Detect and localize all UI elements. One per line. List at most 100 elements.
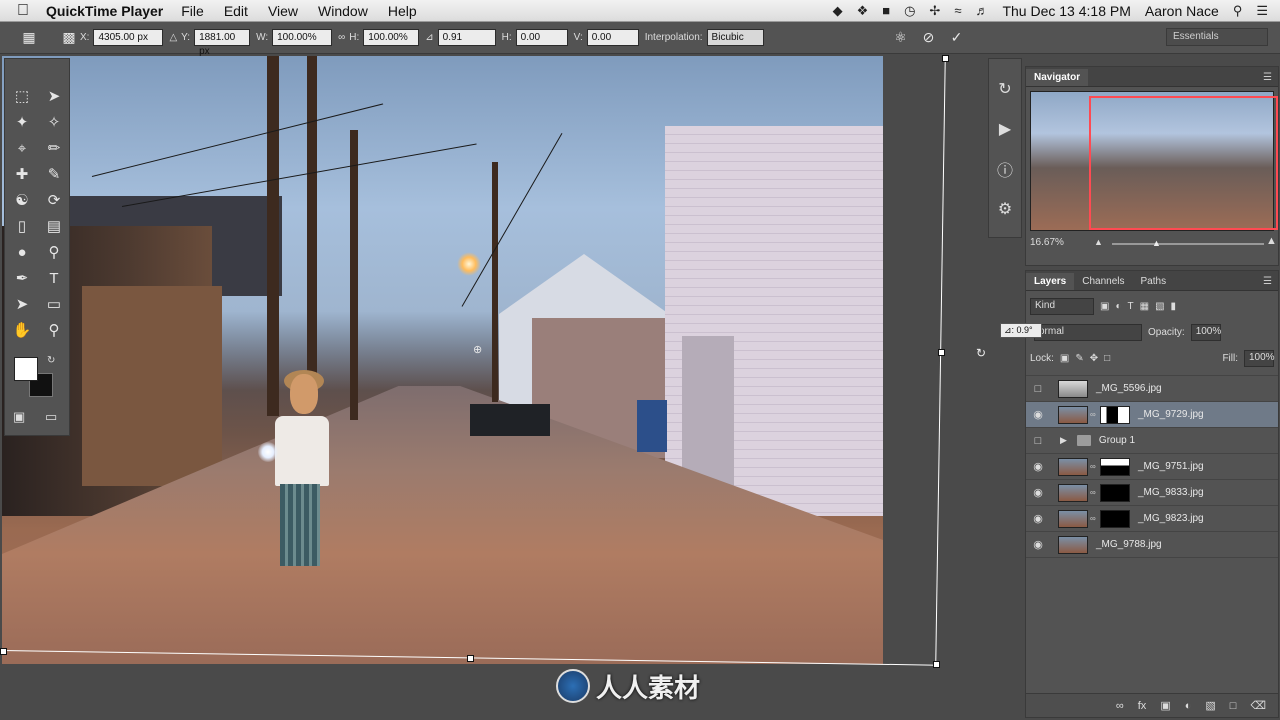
cancel-transform-icon[interactable]: ⊘ xyxy=(918,29,940,46)
zoom-in-icon[interactable]: ▲ xyxy=(1266,235,1277,247)
navigator-zoom-slider[interactable] xyxy=(1112,243,1264,245)
layer-mask-thumbnail[interactable] xyxy=(1100,509,1130,528)
lock-position-icon[interactable]: ✥ xyxy=(1090,353,1098,364)
add-mask-icon[interactable]: ▣ xyxy=(1160,699,1170,712)
transform-handle-top-right[interactable] xyxy=(942,55,949,62)
type-filter-icon[interactable]: T xyxy=(1128,301,1134,312)
layer-mask-thumbnail[interactable] xyxy=(1100,457,1130,476)
lock-all-icon[interactable]: □ xyxy=(1104,353,1110,364)
swap-colors-icon[interactable]: ↻ xyxy=(47,355,55,366)
hand-tool-icon[interactable]: ✋ xyxy=(6,317,38,343)
eye-icon[interactable]: ◉ xyxy=(1026,538,1050,551)
mask-link-icon[interactable]: ∞ xyxy=(1090,410,1098,419)
commit-transform-icon[interactable]: ✓ xyxy=(946,29,968,46)
navigator-view-box[interactable] xyxy=(1089,96,1278,230)
zoom-slider-knob[interactable]: ▲ xyxy=(1152,238,1161,248)
layer-row[interactable]: ◉ _MG_9788.jpg xyxy=(1026,532,1278,558)
filter-toggle-icon[interactable]: ▮ xyxy=(1171,301,1177,312)
clone-stamp-tool-icon[interactable]: ☯ xyxy=(6,187,38,213)
clock[interactable]: Thu Dec 13 4:18 PM xyxy=(1002,3,1130,19)
mask-link-icon[interactable]: ∞ xyxy=(1090,462,1098,471)
reference-point-icon[interactable]: ▩ xyxy=(58,29,80,46)
foreground-color-swatch[interactable] xyxy=(14,357,38,381)
screen-mode-icon[interactable]: ▭ xyxy=(45,409,57,425)
move-icon[interactable]: ✢ xyxy=(929,3,940,19)
layer-name[interactable]: _MG_9751.jpg xyxy=(1138,461,1204,472)
healing-brush-tool-icon[interactable]: ✚ xyxy=(6,161,38,187)
layer-mask-thumbnail[interactable] xyxy=(1100,405,1130,424)
rectangle-tool-icon[interactable]: ▭ xyxy=(38,291,70,317)
time-machine-icon[interactable]: ◷ xyxy=(904,3,915,19)
y-field[interactable]: 1881.00 px xyxy=(194,29,251,57)
move-tool-icon[interactable]: ➤ xyxy=(38,83,70,109)
visibility-off-icon[interactable]: □ xyxy=(1026,435,1050,447)
actions-panel-icon[interactable]: ▶ xyxy=(989,109,1021,149)
adjustment-filter-icon[interactable]: ◐ xyxy=(1115,301,1121,312)
new-group-icon[interactable]: ▧ xyxy=(1205,699,1215,712)
expand-arrow-icon[interactable]: ▶ xyxy=(1060,435,1067,446)
blur-tool-icon[interactable]: ● xyxy=(6,239,38,265)
eye-icon[interactable]: ◉ xyxy=(1026,408,1050,421)
new-layer-icon[interactable]: □ xyxy=(1230,700,1237,712)
eye-icon[interactable]: ◉ xyxy=(1026,486,1050,499)
visibility-off-icon[interactable]: □ xyxy=(1026,383,1050,395)
workspace-select[interactable]: Essentials xyxy=(1166,28,1268,46)
tab-navigator[interactable]: Navigator xyxy=(1026,69,1089,86)
history-brush-tool-icon[interactable]: ⟳ xyxy=(38,187,70,213)
notification-list-icon[interactable]: ☰ xyxy=(1256,3,1268,19)
eye-icon[interactable]: ◉ xyxy=(1026,512,1050,525)
lasso-tool-icon[interactable]: ✦ xyxy=(6,109,38,135)
layer-row[interactable]: ◉ ∞ _MG_9823.jpg xyxy=(1026,506,1278,532)
brush-tool-icon[interactable]: ✎ xyxy=(38,161,70,187)
menu-view[interactable]: View xyxy=(268,3,298,19)
menu-edit[interactable]: Edit xyxy=(224,3,248,19)
app-status-icon[interactable]: ❖ xyxy=(857,3,869,19)
apple-icon[interactable]:  xyxy=(0,2,46,20)
info-panel-icon[interactable]: ⓘ xyxy=(989,149,1021,189)
link-icon[interactable]: ∞ xyxy=(338,32,345,43)
tab-layers[interactable]: Layers xyxy=(1026,273,1075,290)
pen-tool-icon[interactable]: ✒ xyxy=(6,265,38,291)
crop-tool-icon[interactable]: ⌖ xyxy=(6,135,38,161)
transform-handle-right-middle[interactable] xyxy=(938,349,945,356)
menu-window[interactable]: Window xyxy=(318,3,368,19)
navigator-thumbnail[interactable] xyxy=(1030,91,1278,231)
square-status-icon[interactable]: ■ xyxy=(882,3,890,18)
eyedropper-tool-icon[interactable]: ✏ xyxy=(38,135,70,161)
layer-name[interactable]: _MG_5596.jpg xyxy=(1096,383,1162,394)
transform-tool-icon[interactable]: ▦ xyxy=(18,29,40,46)
dropbox-icon[interactable]: ◆ xyxy=(833,3,843,19)
angle-field[interactable]: 0.91 xyxy=(437,29,496,46)
layer-row-selected[interactable]: ◉ ∞ _MG_9729.jpg xyxy=(1026,402,1278,428)
magic-wand-tool-icon[interactable]: ✧ xyxy=(38,109,70,135)
zoom-tool-icon[interactable]: ⚲ xyxy=(38,317,70,343)
type-tool-icon[interactable]: T xyxy=(38,265,70,291)
layer-row[interactable]: □ _MG_5596.jpg xyxy=(1026,376,1278,402)
adjustment-layer-icon[interactable]: ◐ xyxy=(1185,700,1192,712)
properties-panel-icon[interactable]: ⚙ xyxy=(989,189,1021,229)
user-name[interactable]: Aaron Nace xyxy=(1145,3,1219,19)
layer-row[interactable]: ◉ ∞ _MG_9751.jpg xyxy=(1026,454,1278,480)
tab-channels[interactable]: Channels xyxy=(1074,273,1132,290)
link-layers-icon[interactable]: ∞ xyxy=(1116,700,1124,712)
wifi-icon[interactable]: ≈ xyxy=(954,3,961,18)
pixel-filter-icon[interactable]: ▣ xyxy=(1100,301,1109,312)
tab-paths[interactable]: Paths xyxy=(1133,273,1175,290)
document-canvas[interactable] xyxy=(2,56,883,664)
eye-icon[interactable]: ◉ xyxy=(1026,460,1050,473)
transform-handle-bottom-middle[interactable] xyxy=(467,655,474,662)
zoom-out-icon[interactable]: ▲ xyxy=(1094,237,1103,247)
eraser-tool-icon[interactable]: ▯ xyxy=(6,213,38,239)
delta-icon[interactable]: △ xyxy=(169,32,177,43)
menu-help[interactable]: Help xyxy=(388,3,417,19)
path-selection-tool-icon[interactable]: ➤ xyxy=(6,291,38,317)
layer-mask-thumbnail[interactable] xyxy=(1100,483,1130,502)
shape-filter-icon[interactable]: ▦ xyxy=(1140,301,1149,312)
layer-name[interactable]: _MG_9823.jpg xyxy=(1138,513,1204,524)
opacity-field[interactable]: 100% xyxy=(1190,323,1221,341)
mask-link-icon[interactable]: ∞ xyxy=(1090,488,1098,497)
history-panel-icon[interactable]: ↻ xyxy=(989,69,1021,109)
mask-link-icon[interactable]: ∞ xyxy=(1090,514,1098,523)
blend-mode-select[interactable]: ormal xyxy=(1034,323,1142,341)
x-field[interactable]: 4305.00 px xyxy=(93,29,164,46)
